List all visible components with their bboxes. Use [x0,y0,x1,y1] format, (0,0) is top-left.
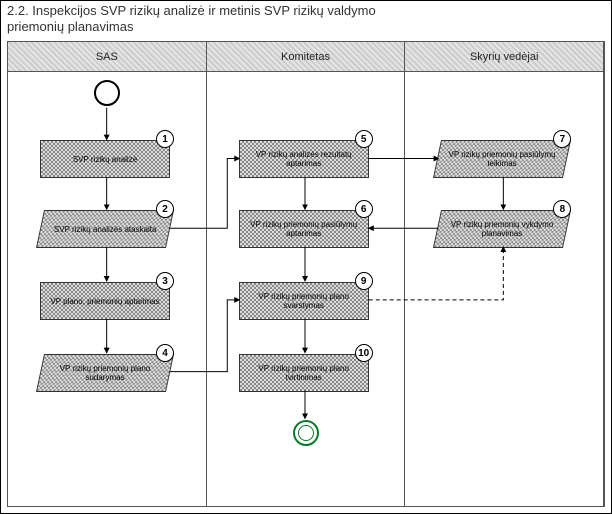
lane-sas: SAS SVP rizikų analizė 1 SVP rizikų anal… [8,42,207,506]
lane-header-sas: SAS [8,42,206,72]
badge-2: 2 [156,200,174,218]
badge-1: 1 [156,130,174,148]
node-9-label: VP rizikų priemonių plano svarstymas [244,292,364,310]
badge-4: 4 [156,344,174,362]
node-1: SVP rizikų analizė [40,140,170,178]
node-2: SVP rizikų analizės ataskaita [36,210,174,248]
lane-body-skyriu: VP rizikų priemonių pasiūlymų teikimas 7… [405,72,603,506]
badge-9: 9 [355,272,373,290]
badge-5: 5 [355,130,373,148]
lane-skyriu-vedejai: Skyrių vedėjai VP rizikų priemonių pasiū… [405,42,604,506]
node-1-label: SVP rizikų analizė [73,155,137,164]
diagram-container: 2.2. Inspekcijos SVP rizikų analizė ir m… [0,0,612,514]
lane-header-komitetas: Komitetas [207,42,405,72]
badge-3: 3 [156,272,174,290]
node-6: VP rizikų priemonių pasiūlymų aptarimas [239,210,369,248]
node-5-label: VP rizikų analizės rezultatų aptarimas [244,150,364,168]
node-3-label: VP plano, priemonių aptarimas [50,297,159,306]
lane-body-komitetas: VP rizikų analizės rezultatų aptarimas 5… [207,72,405,506]
node-2-label: SVP rizikų analizės ataskaita [54,225,157,234]
swimlanes: SAS SVP rizikų analizė 1 SVP rizikų anal… [7,41,605,507]
lane-body-sas: SVP rizikų analizė 1 SVP rizikų analizės… [8,72,206,506]
node-8: VP rizikų priemonių vykdymo planavimas [433,210,571,248]
end-node-icon [293,420,319,446]
badge-10: 10 [355,344,373,362]
lane-komitetas: Komitetas VP rizikų analizės rezultatų a… [207,42,406,506]
node-7: VP rizikų priemonių pasiūlymų teikimas [433,140,571,178]
node-9: VP rizikų priemonių plano svarstymas [239,282,369,320]
node-3: VP plano, priemonių aptarimas [40,282,170,320]
node-10: VP rizikų priemonių plano tvirtinimas [239,354,369,392]
node-4-label: VP rizikų priemonių plano sudarymas [45,364,165,382]
node-6-label: VP rizikų priemonių pasiūlymų aptarimas [244,220,364,238]
node-7-label: VP rizikų priemonių pasiūlymų teikimas [442,150,562,168]
node-10-label: VP rizikų priemonių plano tvirtinimas [244,364,364,382]
start-node-icon [94,80,120,106]
badge-6: 6 [355,200,373,218]
diagram-title: 2.2. Inspekcijos SVP rizikų analizė ir m… [7,3,427,35]
node-4: VP rizikų priemonių plano sudarymas [36,354,174,392]
node-5: VP rizikų analizės rezultatų aptarimas [239,140,369,178]
lane-header-skyriu: Skyrių vedėjai [405,42,603,72]
node-8-label: VP rizikų priemonių vykdymo planavimas [442,220,562,238]
